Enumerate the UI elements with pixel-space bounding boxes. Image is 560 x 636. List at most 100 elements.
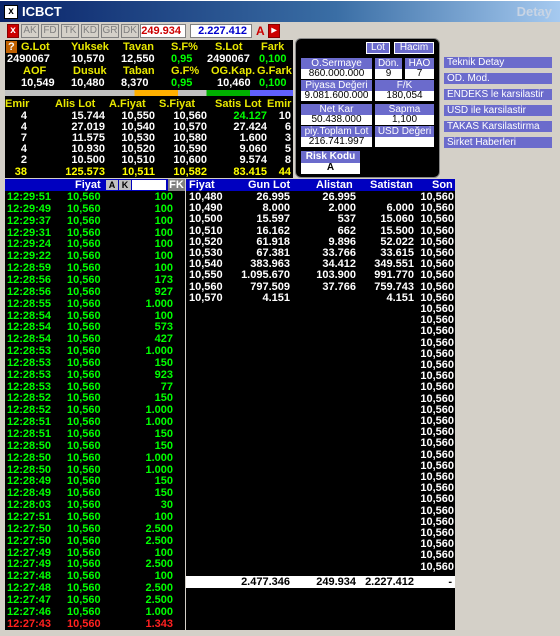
dist-son: 10,560: [420, 314, 454, 327]
dist-gunlot: 26.995: [256, 191, 290, 203]
hdr-sfiyat: S.Fiyat: [159, 98, 196, 110]
window-title: ICBCT: [22, 4, 62, 19]
expand-icon[interactable]: ▸: [268, 24, 280, 38]
val-ogkap: 10,460: [217, 77, 251, 89]
dist-alistan: 662: [337, 224, 356, 237]
filter-input[interactable]: [132, 180, 166, 190]
dist-satistan: 6.000: [386, 202, 414, 215]
close-button[interactable]: x: [7, 24, 19, 38]
hdr-gfark: G.Fark: [257, 65, 292, 77]
dist-son: 10,560: [420, 403, 454, 416]
dist-son: 10,560: [420, 202, 454, 215]
hacim-tab[interactable]: Hacim: [394, 42, 434, 54]
trade-row: 12:27:50 10,560 2.500: [5, 523, 185, 535]
dist-alistan: 2.000: [328, 202, 356, 215]
hdr-emir-sell: Emir: [267, 98, 292, 110]
val-taban: 8,370: [121, 77, 149, 89]
hdr-dist-fiyat[interactable]: Fiyat: [189, 179, 215, 191]
toplam-value: 216.741.997: [301, 137, 372, 147]
dist-son: 10,560: [420, 538, 454, 551]
trade-lot: 1.000: [145, 297, 173, 310]
menu-teknik-detay[interactable]: Teknik Detay: [443, 56, 553, 69]
hdr-gunlot[interactable]: Gun Lot: [248, 179, 290, 191]
trade-time: 12:28:53: [7, 380, 52, 393]
trade-time: 12:27:49: [7, 558, 52, 571]
dist-gunlot: 4.151: [262, 291, 290, 304]
lot-tab[interactable]: Lot: [366, 42, 390, 54]
a-indicator[interactable]: A: [256, 24, 265, 38]
trade-row: 12:28:50 10,560 150: [5, 440, 185, 452]
dist-gunlot: 67.381: [256, 247, 290, 259]
dist-price: 10,550: [189, 269, 223, 282]
k-sort-button[interactable]: K: [119, 180, 131, 190]
dist-son: 10,560: [420, 280, 454, 293]
trade-price: 10,560: [67, 487, 101, 500]
toolbar-button-tk[interactable]: TK: [61, 24, 79, 38]
trade-time: 12:28:52: [7, 392, 52, 405]
hdr-satistan[interactable]: Satistan: [370, 179, 413, 191]
trade-row: 12:29:51 10,560 100: [5, 191, 185, 203]
trade-time: 12:28:54: [7, 309, 52, 322]
trade-price: 10,560: [67, 558, 101, 571]
trade-row: 12:28:56 10,560 927: [5, 286, 185, 298]
dist-son: 10,560: [420, 370, 454, 383]
trade-time: 12:29:49: [7, 202, 52, 215]
dist-son: 10,560: [420, 448, 454, 461]
usd-value: [375, 137, 434, 147]
hdr-alistan[interactable]: Alistan: [316, 179, 353, 191]
hdr-son[interactable]: Son: [432, 179, 453, 191]
distribution-table: 10,480 26.995 26.995 10,490 8.000 2.000 6.000 1…: [186, 191, 455, 630]
trade-time: 12:28:51: [7, 428, 52, 440]
trade-price: 10,560: [67, 451, 101, 464]
trade-time: 12:28:59: [7, 262, 52, 275]
toolbar-button-fd[interactable]: FD: [41, 24, 59, 38]
dist-son: 10,560: [420, 347, 454, 360]
summary-values-2: 10,549 10,480 8,370 0,95 10,460 0,100: [5, 77, 293, 89]
sapma-value: 1,100: [375, 115, 434, 125]
dist-son: 10,560: [420, 527, 454, 539]
toolbar-button-kd[interactable]: KD: [81, 24, 99, 38]
dist-son: 10,560: [420, 235, 454, 248]
trade-time: 12:28:03: [7, 499, 52, 512]
trade-row: 12:28:53 10,560 923: [5, 369, 185, 381]
menu-takas-karsilastirma[interactable]: TAKAS Karsilastirma: [443, 120, 553, 133]
trade-lot: 77: [160, 380, 173, 393]
trade-price: 10,560: [67, 345, 101, 358]
trade-price: 10,560: [67, 392, 101, 405]
trade-lot: 100: [154, 510, 173, 523]
a-sort-button[interactable]: A: [106, 180, 118, 190]
trade-price: 10,560: [67, 475, 101, 488]
toolbar-button-ak[interactable]: AK: [21, 24, 39, 38]
trade-row: 12:27:48 10,560 100: [5, 570, 185, 582]
menu-usd-karsilastir[interactable]: USD ile karsilastir: [443, 104, 553, 117]
fk-button[interactable]: FK: [168, 179, 185, 191]
dist-gunlot: 797.509: [250, 280, 290, 293]
toolbar-button-dk[interactable]: DK: [121, 24, 139, 38]
depth-cell: 9.574: [239, 154, 267, 166]
depth-total-cell: 44: [278, 166, 291, 178]
hdr-fark: Fark: [261, 41, 285, 53]
menu-endeks-karsilastir[interactable]: ENDEKS le karsilastir: [443, 88, 553, 101]
window-icon[interactable]: x: [4, 5, 18, 19]
trade-price: 10,560: [67, 333, 101, 346]
trade-lot: 100: [154, 191, 173, 203]
depth-total-cell: 38: [14, 166, 27, 178]
trade-lot: 1.000: [145, 463, 173, 476]
trade-row: 12:28:54 10,560 100: [5, 310, 185, 322]
dist-alistan: 33.766: [322, 247, 356, 259]
dist-gunlot: 8.000: [262, 202, 290, 215]
dist-son: 10,560: [420, 560, 454, 573]
trade-row: 12:28:56 10,560 173: [5, 274, 185, 286]
usd-label[interactable]: USD Değeri: [375, 126, 434, 137]
menu-od-mod[interactable]: OD. Mod.: [443, 72, 553, 85]
dist-alistan: 34.412: [322, 258, 356, 271]
trade-time: 12:28:56: [7, 285, 52, 298]
trade-lot: 927: [154, 285, 173, 298]
menu-sirket-haberleri[interactable]: Sirket Haberleri: [443, 136, 553, 149]
trade-lot: 150: [154, 428, 173, 440]
trade-lot: 923: [154, 368, 173, 381]
trade-time: 12:27:51: [7, 510, 52, 523]
toolbar-button-gr[interactable]: GR: [101, 24, 119, 38]
distribution-header: Fiyat Gun Lot Alistan Satistan Son: [186, 179, 455, 191]
o-sermaye-value: 860.000.000: [301, 69, 372, 79]
